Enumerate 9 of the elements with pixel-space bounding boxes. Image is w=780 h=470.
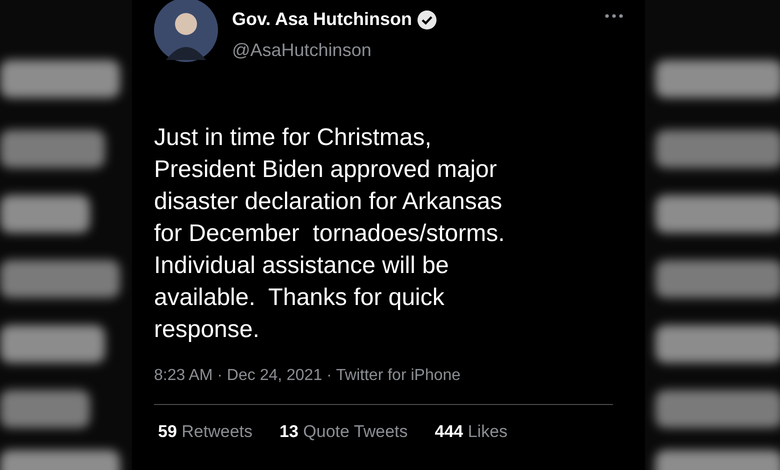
tweet-text: Just in time for Christmas, President Biden approved major disaster declaration for Arkansas for December tornadoes/storms. Individual assistance will be available. Thanks for quick response. bbox=[154, 123, 506, 345]
tweet-stat[interactable]: 444 Likes bbox=[434, 419, 508, 444]
tweet-timestamp[interactable]: 8:23 AM · Dec 24, 2021 · Twitter for iPhone bbox=[154, 364, 623, 388]
author-handle[interactable]: @AsaHutchinson bbox=[232, 37, 438, 64]
more-icon[interactable] bbox=[605, 14, 623, 18]
author-name[interactable]: Gov. Asa Hutchinson bbox=[232, 6, 412, 33]
tweet-stat[interactable]: 59 Retweets bbox=[158, 419, 253, 444]
avatar bbox=[154, 0, 218, 64]
tweet-stat[interactable]: 13 Quote Tweets bbox=[280, 419, 408, 444]
